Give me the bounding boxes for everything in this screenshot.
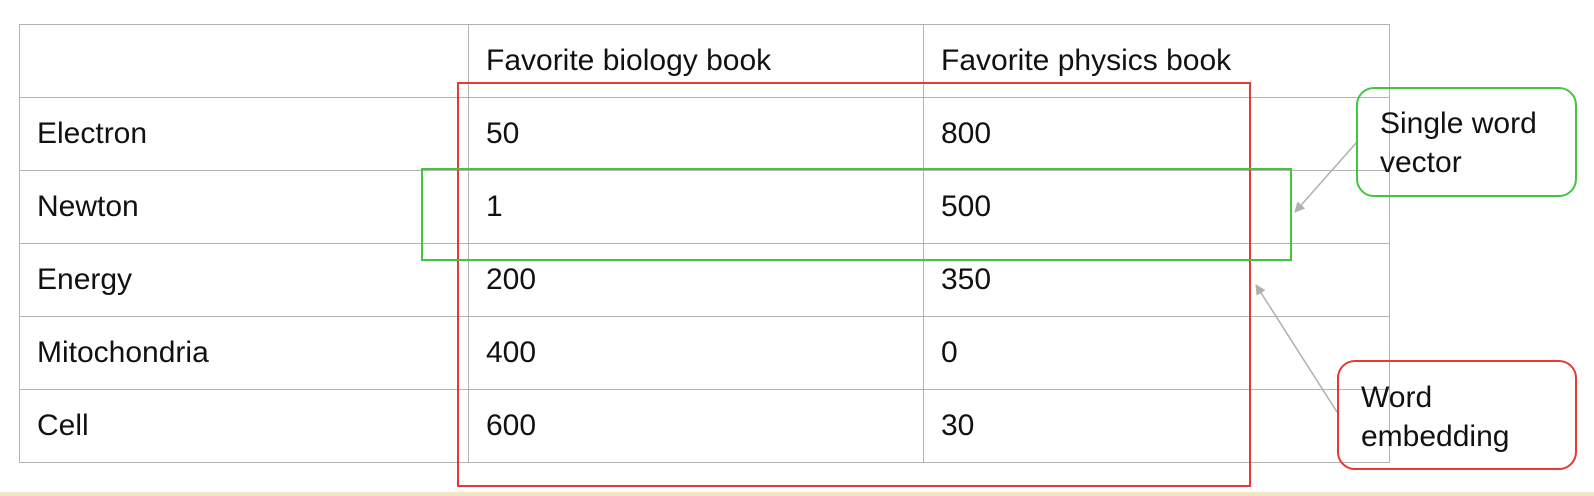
header-cell-biology: Favorite biology book <box>468 24 924 98</box>
biology-value: 600 <box>468 389 924 463</box>
biology-value: 400 <box>468 316 924 390</box>
table-row: Mitochondria 400 0 <box>19 316 1390 390</box>
callout-text-line: Single word <box>1380 107 1537 140</box>
row-label: Mitochondria <box>19 316 469 390</box>
table-row: Cell 600 30 <box>19 389 1390 463</box>
row-label: Energy <box>19 243 469 317</box>
table-row: Newton 1 500 <box>19 170 1390 244</box>
callout-text-line: vector <box>1380 146 1462 179</box>
bottom-divider <box>0 492 1594 496</box>
physics-value: 0 <box>923 316 1390 390</box>
data-table: Favorite biology book Favorite physics b… <box>19 24 1390 463</box>
biology-value: 50 <box>468 97 924 171</box>
header-cell-empty <box>19 24 469 98</box>
physics-value: 350 <box>923 243 1390 317</box>
callout-text-line: embedding <box>1361 420 1510 453</box>
biology-value: 1 <box>468 170 924 244</box>
row-label: Electron <box>19 97 469 171</box>
physics-value: 500 <box>923 170 1390 244</box>
row-label: Newton <box>19 170 469 244</box>
header-row: Favorite biology book Favorite physics b… <box>19 24 1390 98</box>
physics-value: 30 <box>923 389 1390 463</box>
single-word-vector-callout: Single word vector <box>1356 87 1577 197</box>
biology-value: 200 <box>468 243 924 317</box>
table-row: Electron 50 800 <box>19 97 1390 171</box>
callout-text-line: Word <box>1361 381 1433 414</box>
header-cell-physics: Favorite physics book <box>923 24 1390 98</box>
row-label: Cell <box>19 389 469 463</box>
word-embedding-callout: Word embedding <box>1337 360 1577 470</box>
table-row: Energy 200 350 <box>19 243 1390 317</box>
physics-value: 800 <box>923 97 1390 171</box>
